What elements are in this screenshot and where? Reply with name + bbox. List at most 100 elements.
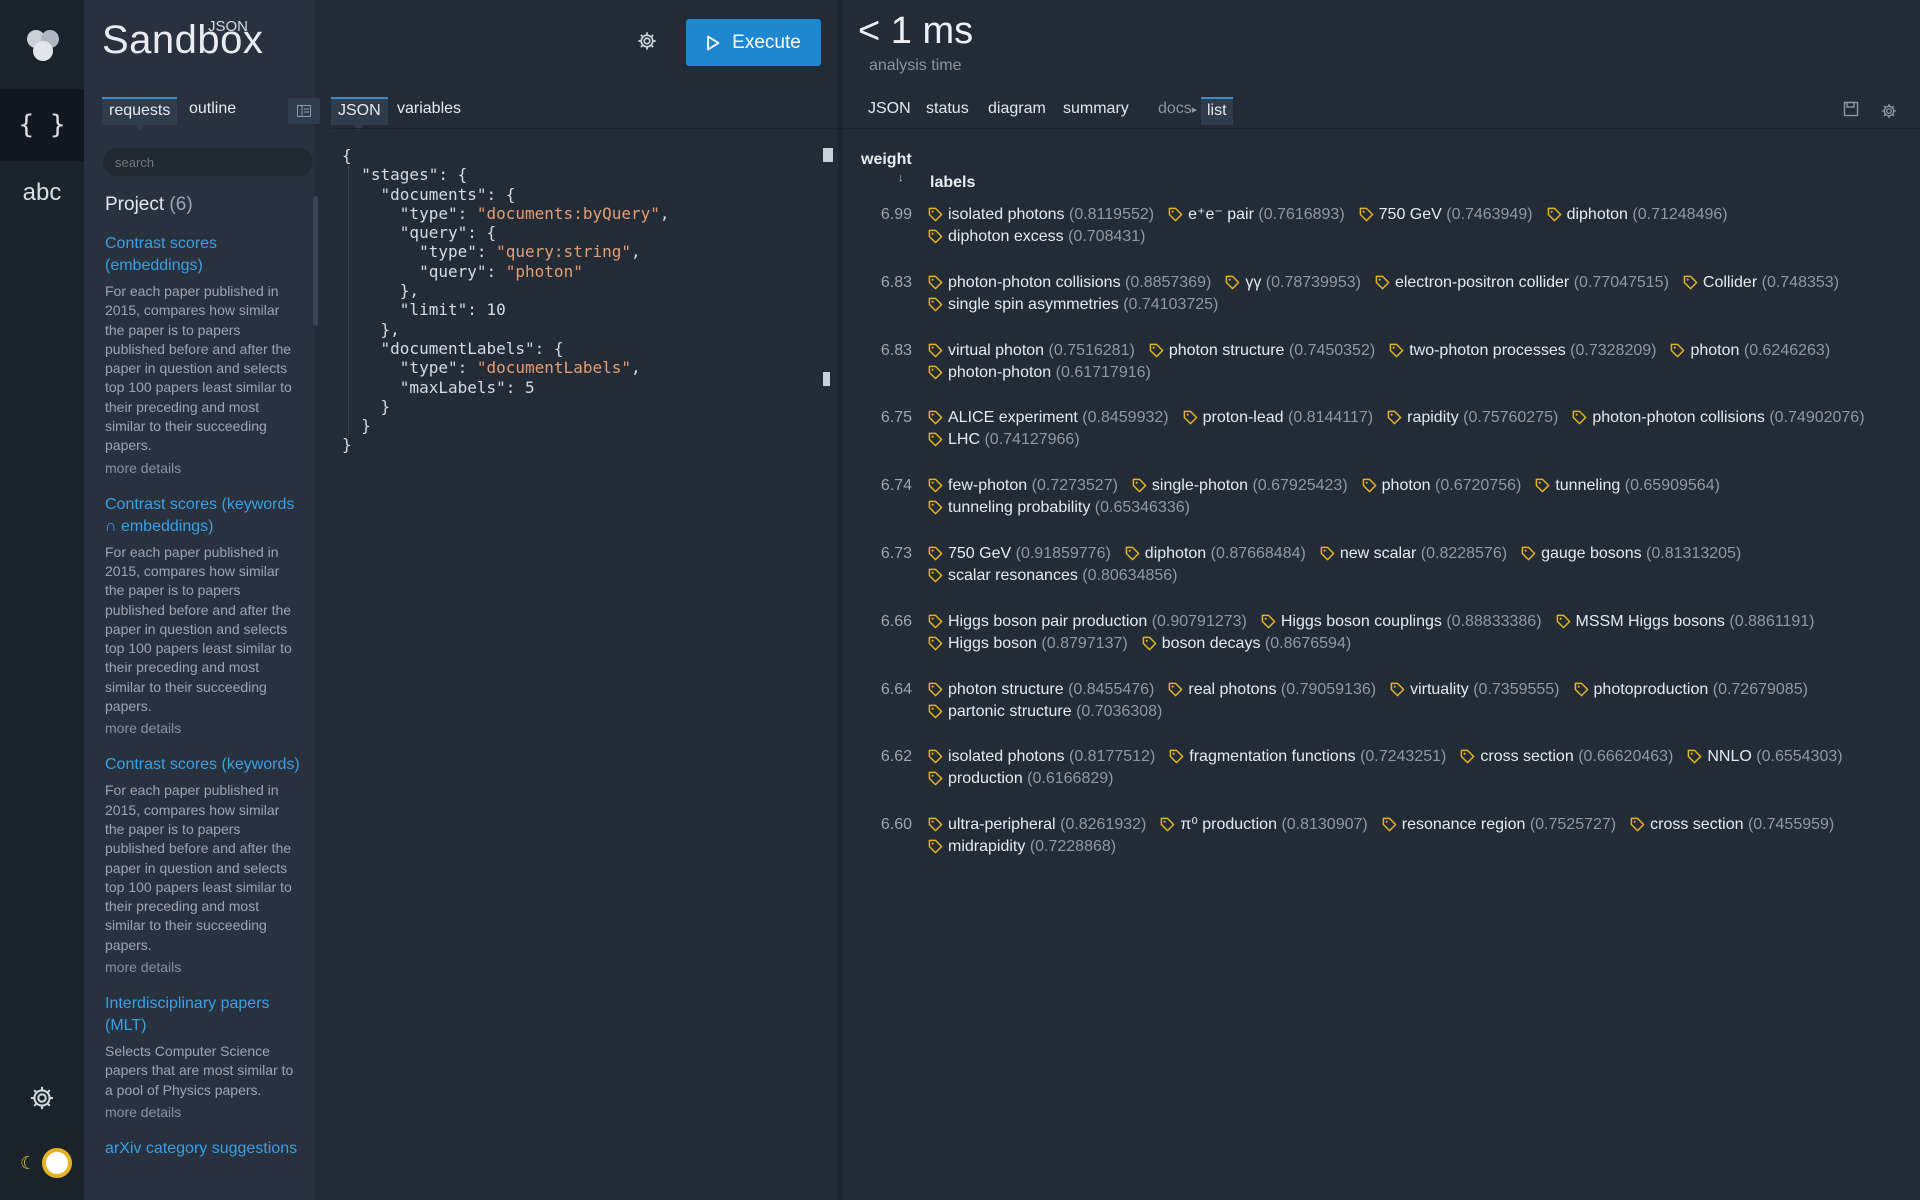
- more-details-link[interactable]: more details: [105, 720, 301, 736]
- rail-json-mode[interactable]: { }: [0, 89, 84, 161]
- label-tag[interactable]: ultra-peripheral (0.8261932): [928, 814, 1146, 836]
- label-tag[interactable]: photoproduction (0.72679085): [1574, 679, 1808, 701]
- sidebar-scrollbar[interactable]: [313, 196, 318, 326]
- label-tag[interactable]: proton-lead (0.8144117): [1183, 407, 1373, 429]
- column-header-labels[interactable]: labels: [930, 174, 975, 192]
- label-tag[interactable]: fragmentation functions (0.7243251): [1169, 746, 1446, 768]
- save-button[interactable]: [1843, 101, 1859, 122]
- label-text: ultra-peripheral: [948, 816, 1056, 834]
- label-tag[interactable]: MSSM Higgs bosons (0.8861191): [1556, 611, 1815, 633]
- label-tag[interactable]: Collider (0.748353): [1683, 272, 1839, 294]
- tab-json[interactable]: JSON: [331, 97, 388, 131]
- label-tag[interactable]: diphoton excess (0.708431): [928, 226, 1145, 248]
- request-title[interactable]: Interdisciplinary papers (MLT): [105, 993, 301, 1037]
- row-labels: few-photon (0.7273527) single-photon (0.6…: [928, 475, 1898, 543]
- tag-icon: [1683, 275, 1698, 290]
- label-tag[interactable]: Higgs boson (0.8797137): [928, 633, 1128, 655]
- panel-divider[interactable]: [838, 0, 842, 1200]
- label-tag[interactable]: single spin asymmetries (0.74103725): [928, 294, 1218, 316]
- label-tag[interactable]: two-photon processes (0.7328209): [1389, 340, 1656, 362]
- code-line: "limit": 10: [342, 300, 670, 319]
- execute-button[interactable]: Execute: [686, 19, 821, 66]
- column-header-weight[interactable]: weight: [861, 151, 912, 169]
- label-tag[interactable]: 750 GeV (0.7463949): [1359, 204, 1533, 226]
- label-tag[interactable]: new scalar (0.8228576): [1320, 543, 1507, 565]
- label-tag[interactable]: cross section (0.7455959): [1630, 814, 1834, 836]
- editor-scroll-marker[interactable]: [823, 148, 833, 162]
- label-tag[interactable]: π⁰ production (0.8130907): [1160, 814, 1368, 836]
- label-tag[interactable]: diphoton (0.87668484): [1125, 543, 1306, 565]
- code-content[interactable]: { "stages": { "documents": { "type": "do…: [342, 146, 670, 455]
- label-tag[interactable]: photon-photon (0.61717916): [928, 362, 1151, 384]
- code-text: },: [342, 281, 420, 301]
- theme-toggle[interactable]: ☾: [20, 1148, 73, 1178]
- search-input[interactable]: [103, 148, 313, 176]
- label-score: (0.8861191): [1729, 612, 1815, 630]
- label-tag[interactable]: rapidity (0.75760275): [1387, 407, 1558, 429]
- label-tag[interactable]: resonance region (0.7525727): [1382, 814, 1616, 836]
- label-tag[interactable]: ALICE experiment (0.8459932): [928, 407, 1169, 429]
- rail-settings-button[interactable]: [0, 1062, 84, 1134]
- label-tag[interactable]: γγ (0.78739953): [1225, 272, 1361, 294]
- more-details-link[interactable]: more details: [105, 959, 301, 975]
- request-title[interactable]: Contrast scores (keywords ∩ embeddings): [105, 494, 301, 538]
- label-tag[interactable]: tunneling (0.65909564): [1535, 475, 1720, 497]
- label-tag[interactable]: boson decays (0.8676594): [1142, 633, 1351, 655]
- tab-requests[interactable]: requests: [102, 97, 178, 131]
- table-row: 6.83 virtual photon (0.7516281) photon str…: [870, 340, 1910, 408]
- editor-scroll-marker[interactable]: [823, 372, 830, 386]
- label-tag[interactable]: photon structure (0.8455476): [928, 679, 1154, 701]
- label-tag[interactable]: cross section (0.66620463): [1460, 746, 1673, 768]
- tab-diagram[interactable]: diagram: [988, 100, 1046, 118]
- label-tag[interactable]: e⁺e⁻ pair (0.7616893): [1168, 204, 1345, 226]
- label-tag[interactable]: virtual photon (0.7516281): [928, 340, 1135, 362]
- label-tag[interactable]: diphoton (0.71248496): [1547, 204, 1728, 226]
- label-tag[interactable]: isolated photons (0.8177512): [928, 746, 1155, 768]
- label-tag[interactable]: real photons (0.79059136): [1168, 679, 1376, 701]
- request-title[interactable]: arXiv category suggestions: [105, 1138, 301, 1160]
- panel-toggle-button[interactable]: [288, 98, 320, 124]
- tag-icon: [1521, 546, 1536, 561]
- tab-requests-label: requests: [109, 102, 171, 119]
- label-tag[interactable]: few-photon (0.7273527): [928, 475, 1118, 497]
- result-settings-button[interactable]: [1880, 102, 1898, 125]
- rail-text-mode[interactable]: abc: [0, 157, 84, 229]
- label-tag[interactable]: isolated photons (0.8119552): [928, 204, 1154, 226]
- label-tag[interactable]: partonic structure (0.7036308): [928, 701, 1162, 723]
- label-tag[interactable]: Higgs boson couplings (0.88833386): [1261, 611, 1542, 633]
- tab-outline[interactable]: outline: [182, 97, 243, 123]
- code-text: {: [342, 146, 352, 165]
- tab-summary[interactable]: summary: [1063, 100, 1129, 118]
- tab-status[interactable]: status: [926, 100, 969, 118]
- label-tag[interactable]: NNLO (0.6554303): [1687, 746, 1843, 768]
- request-title[interactable]: Contrast scores (embeddings): [105, 233, 301, 277]
- label-score: (0.7616893): [1258, 206, 1345, 223]
- row-weight: 6.62: [880, 748, 912, 766]
- request-title[interactable]: Contrast scores (keywords): [105, 754, 301, 776]
- label-tag[interactable]: single-photon (0.67925423): [1132, 475, 1348, 497]
- editor-settings-button[interactable]: [636, 30, 658, 57]
- label-tag[interactable]: midrapidity (0.7228868): [928, 836, 1116, 858]
- label-tag[interactable]: photon (0.6720756): [1362, 475, 1521, 497]
- app-logo-icon[interactable]: [22, 24, 64, 66]
- label-tag[interactable]: virtuality (0.7359555): [1390, 679, 1560, 701]
- label-tag[interactable]: gauge bosons (0.81313205): [1521, 543, 1741, 565]
- label-tag[interactable]: Higgs boson pair production (0.90791273): [928, 611, 1247, 633]
- label-tag[interactable]: photon (0.6246263): [1670, 340, 1830, 362]
- tab-result-json[interactable]: JSON: [868, 100, 911, 118]
- label-tag[interactable]: photon-photon collisions (0.74902076): [1572, 407, 1865, 429]
- label-tag[interactable]: tunneling probability (0.65346336): [928, 497, 1190, 519]
- label-tag[interactable]: electron-positron collider (0.77047515): [1375, 272, 1669, 294]
- label-text: partonic structure: [948, 702, 1072, 720]
- tab-list[interactable]: list: [1201, 97, 1233, 125]
- tab-variables[interactable]: variables: [390, 97, 468, 123]
- more-details-link[interactable]: more details: [105, 460, 301, 476]
- label-tag[interactable]: photon structure (0.7450352): [1149, 340, 1375, 362]
- tab-docs[interactable]: docs▸: [1158, 100, 1197, 118]
- label-tag[interactable]: 750 GeV (0.91859776): [928, 543, 1111, 565]
- label-tag[interactable]: production (0.6166829): [928, 768, 1113, 790]
- label-tag[interactable]: photon-photon collisions (0.8857369): [928, 272, 1211, 294]
- more-details-link[interactable]: more details: [105, 1104, 301, 1120]
- label-tag[interactable]: scalar resonances (0.80634856): [928, 565, 1177, 587]
- label-tag[interactable]: LHC (0.74127966): [928, 429, 1080, 451]
